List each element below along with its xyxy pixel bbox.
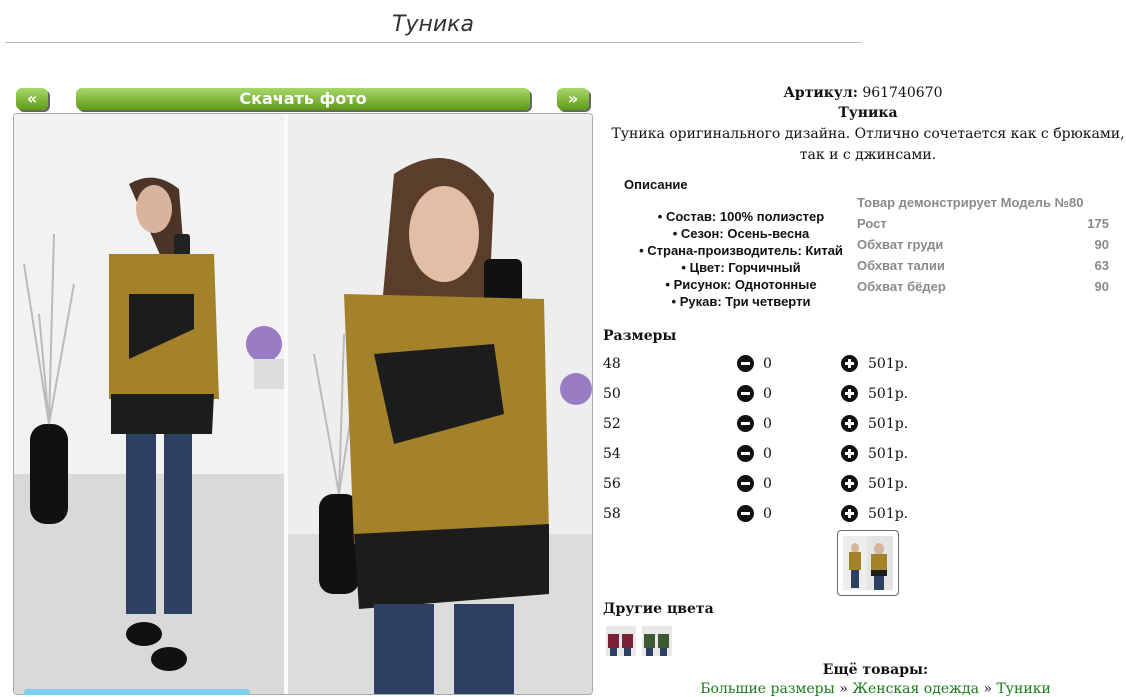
minus-icon[interactable]: [737, 415, 754, 432]
model-row-label: Обхват груди: [857, 237, 944, 252]
page-title: Туника: [392, 12, 474, 37]
model-measurements: Товар демонстрирует Модель №80 Рост 175 О…: [857, 192, 1109, 297]
minus-icon[interactable]: [737, 505, 754, 522]
details-item: Цвет: Горчичный: [612, 259, 870, 276]
thumbnail-image: [843, 536, 893, 590]
model-row: Обхват груди 90: [857, 234, 1109, 255]
photo-scrollbar[interactable]: [24, 689, 250, 695]
size-row: 54 0 501р.: [603, 445, 923, 476]
size-label: 56: [603, 476, 621, 492]
model-heading: Товар демонстрирует Модель №80: [857, 192, 1109, 213]
color-swatch-burgundy[interactable]: [606, 626, 636, 656]
model-row-value: 63: [1094, 258, 1109, 273]
details-item: Рукав: Три четверти: [612, 293, 870, 310]
size-price: 501р.: [868, 416, 909, 432]
product-photo[interactable]: [13, 113, 593, 695]
model-row-value: 175: [1087, 216, 1109, 231]
size-quantity: 0: [763, 446, 772, 462]
size-quantity: 0: [763, 386, 772, 402]
model-row-value: 90: [1094, 237, 1109, 252]
plus-icon[interactable]: [841, 385, 858, 402]
model-heading-text: Товар демонстрирует Модель №80: [857, 195, 1084, 210]
product-photo-illustration: [14, 114, 592, 694]
title-divider: [5, 42, 861, 43]
plus-icon[interactable]: [841, 355, 858, 372]
size-price: 501р.: [868, 386, 909, 402]
sizes-heading: Размеры: [603, 328, 677, 344]
product-name: Туника: [838, 105, 898, 121]
size-price: 501р.: [868, 356, 909, 372]
size-label: 54: [603, 446, 621, 462]
details-list: Состав: 100% полиэстер Сезон: Осень-весн…: [612, 208, 870, 310]
plus-icon[interactable]: [841, 415, 858, 432]
model-row-value: 90: [1094, 279, 1109, 294]
plus-icon[interactable]: [841, 505, 858, 522]
other-colors-heading: Другие цвета: [603, 601, 714, 617]
more-products-heading: Ещё товары:: [822, 662, 929, 678]
minus-icon[interactable]: [737, 385, 754, 402]
minus-icon[interactable]: [737, 445, 754, 462]
minus-icon[interactable]: [737, 475, 754, 492]
minus-icon[interactable]: [737, 355, 754, 372]
size-row: 50 0 501р.: [603, 385, 923, 416]
details-item: Сезон: Осень-весна: [612, 225, 870, 242]
color-swatch-green[interactable]: [642, 626, 672, 656]
size-quantity: 0: [763, 476, 772, 492]
size-price: 501р.: [868, 476, 909, 492]
details-item: Состав: 100% полиэстер: [612, 208, 870, 225]
prev-photo-button[interactable]: «: [16, 88, 48, 110]
model-row-label: Обхват талии: [857, 258, 945, 273]
photo-thumbnail[interactable]: [837, 530, 899, 596]
article-label: Артикул:: [783, 85, 858, 101]
model-row: Обхват бёдер 90: [857, 276, 1109, 297]
details-heading: Описание: [624, 177, 688, 192]
size-label: 52: [603, 416, 621, 432]
product-description: Туника оригинального дизайна. Отлично со…: [611, 126, 1125, 163]
size-quantity: 0: [763, 416, 772, 432]
size-label: 50: [603, 386, 621, 402]
details-item: Рисунок: Однотонные: [612, 276, 870, 293]
article-line: Артикул: 961740670: [603, 85, 1123, 101]
size-label: 58: [603, 506, 621, 522]
model-row: Рост 175: [857, 213, 1109, 234]
next-photo-button[interactable]: »: [557, 88, 589, 110]
model-row: Обхват талии 63: [857, 255, 1109, 276]
size-quantity: 0: [763, 356, 772, 372]
size-row: 48 0 501р.: [603, 355, 923, 386]
download-photo-button[interactable]: Скачать фото: [76, 88, 530, 110]
size-price: 501р.: [868, 446, 909, 462]
size-row: 56 0 501р.: [603, 475, 923, 506]
article-number: 961740670: [862, 85, 943, 101]
plus-icon[interactable]: [841, 445, 858, 462]
model-row-label: Рост: [857, 216, 887, 231]
model-row-label: Обхват бёдер: [857, 279, 946, 294]
size-quantity: 0: [763, 506, 772, 522]
details-item: Страна-производитель: Китай: [612, 242, 870, 259]
size-row: 52 0 501р.: [603, 415, 923, 446]
size-price: 501р.: [868, 506, 909, 522]
plus-icon[interactable]: [841, 475, 858, 492]
size-label: 48: [603, 356, 621, 372]
